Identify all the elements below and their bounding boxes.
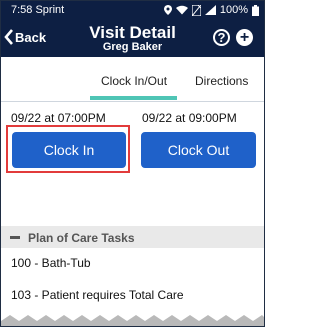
battery-icon (252, 4, 259, 16)
back-label: Back (15, 29, 47, 45)
location-icon (163, 5, 172, 15)
signal-icon (204, 5, 216, 15)
tab-clock-in-out[interactable]: Clock In/Out (101, 74, 167, 88)
status-bar: 7:58 Sprint 100% (1, 1, 264, 21)
chevron-left-icon (4, 29, 13, 45)
no-sim-icon (191, 4, 201, 16)
collapse-icon (10, 236, 20, 239)
tab-bar: Clock In/Out Directions (1, 57, 264, 102)
status-time-carrier: 7:58 Sprint (11, 4, 65, 16)
app-header: Back Visit Detail Greg Baker ? + (1, 21, 264, 57)
clock-out-button[interactable]: Clock Out (141, 132, 256, 168)
wifi-icon (175, 5, 188, 15)
clock-out-time: 09/22 at 09:00PM (142, 111, 237, 125)
status-icons: 100% (163, 4, 259, 16)
task-item: 103 - Patient requires Total Care (11, 288, 184, 302)
torn-edge (1, 315, 264, 326)
phone-screen: 7:58 Sprint 100% Back Visit Detail Greg … (0, 0, 265, 327)
add-icon[interactable]: + (236, 29, 253, 46)
clock-in-button[interactable]: Clock In (12, 132, 126, 168)
plan-of-care-title: Plan of Care Tasks (28, 231, 135, 245)
help-icon[interactable]: ? (213, 29, 230, 46)
plan-of-care-header[interactable]: Plan of Care Tasks (1, 226, 264, 248)
back-button[interactable]: Back (4, 29, 46, 45)
battery-percent: 100% (219, 4, 248, 16)
clock-in-time: 09/22 at 07:00PM (11, 111, 106, 125)
tab-directions[interactable]: Directions (195, 74, 248, 88)
task-item: 100 - Bath-Tub (11, 256, 91, 270)
active-tab-indicator (90, 96, 177, 100)
